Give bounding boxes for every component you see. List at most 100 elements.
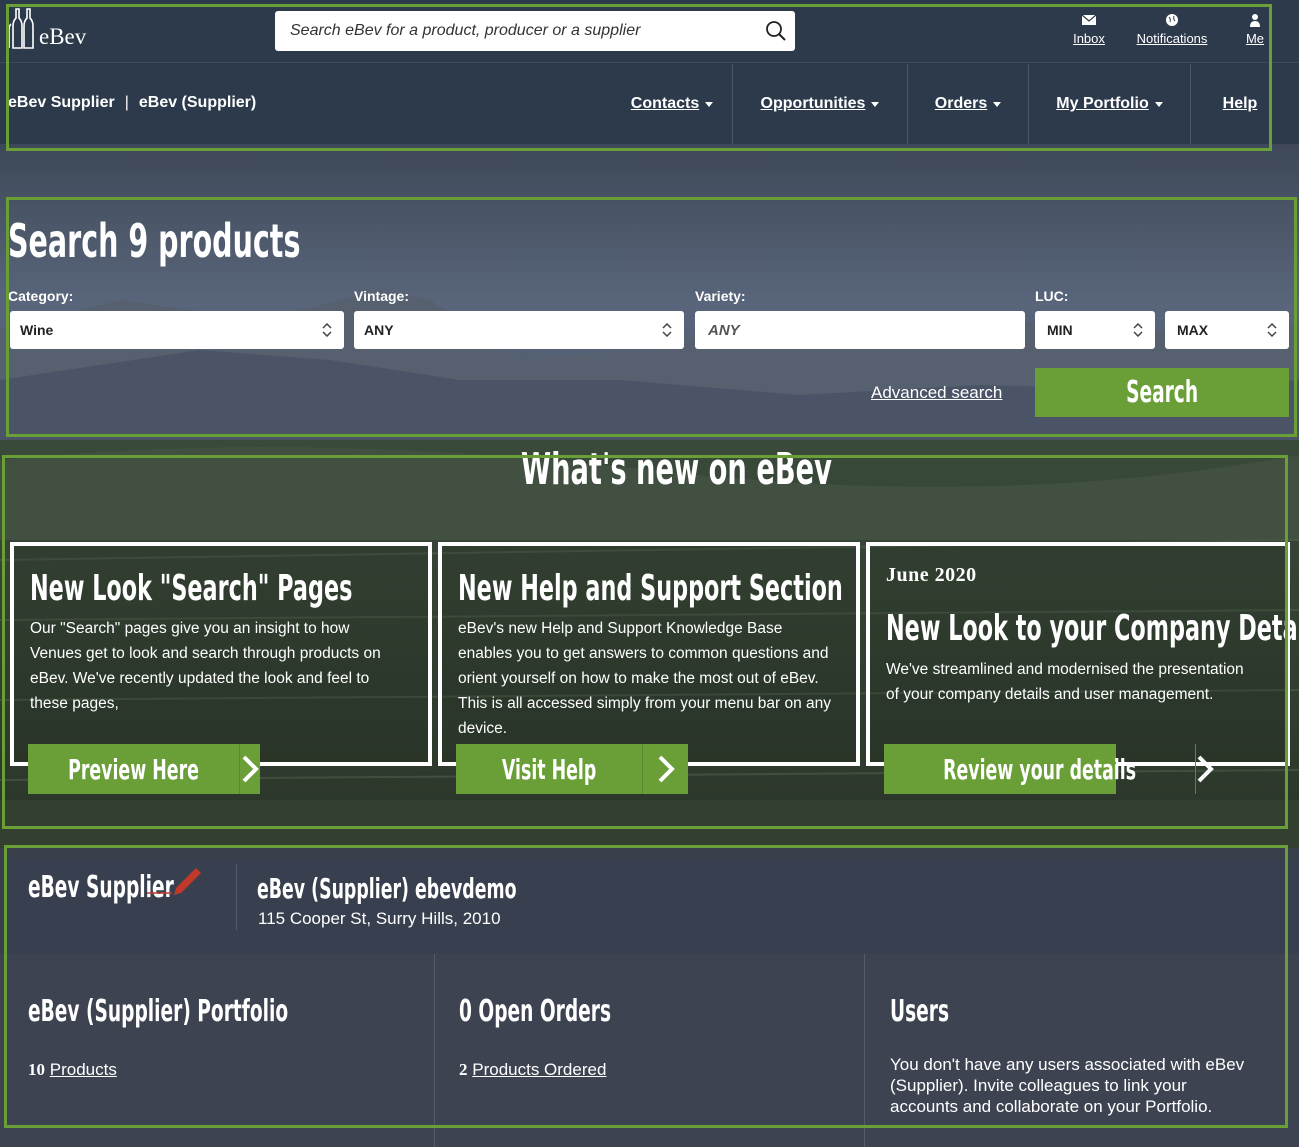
- me-link[interactable]: Me: [1243, 13, 1267, 46]
- profile-divider: [236, 864, 237, 930]
- updown-arrows-icon: [1133, 323, 1143, 337]
- global-search-input[interactable]: [275, 11, 745, 51]
- profile-company: eBev (Supplier) ebevdemo: [257, 872, 517, 905]
- review-details-button[interactable]: Review your details: [884, 744, 1215, 794]
- visit-help-button[interactable]: Visit Help: [456, 744, 688, 794]
- chevron-right-icon: [242, 755, 259, 783]
- news-card-body-line: of your company details and user managem…: [886, 686, 1214, 703]
- ordered-count: 2: [459, 1060, 468, 1079]
- top-bar: eBev Inbox Notifications: [0, 0, 1299, 63]
- nav-help[interactable]: Help: [1191, 64, 1289, 144]
- luc-label: LUC:: [1035, 288, 1069, 304]
- news-card-body-line: these pages,: [30, 695, 119, 712]
- visit-help-label: Visit Help: [501, 752, 597, 786]
- nav-contacts[interactable]: Contacts: [612, 64, 732, 144]
- nav-help-label: Help: [1222, 95, 1258, 112]
- chevron-right-icon: [1197, 755, 1215, 783]
- dashboard-divider: [434, 954, 435, 1147]
- ebev-logo[interactable]: eBev: [8, 6, 86, 50]
- news-card-body-line: Venues get to look and search through pr…: [30, 645, 381, 662]
- notifications-label: Notifications: [1136, 31, 1208, 46]
- caret-down-icon: [1154, 101, 1163, 107]
- caret-down-icon: [871, 101, 880, 107]
- news-card-body-line: Our "Search" pages give you an insight t…: [30, 620, 350, 637]
- caret-down-icon: [993, 101, 1002, 107]
- preview-here-label: Preview Here: [68, 752, 199, 786]
- users-title: Users: [890, 994, 950, 1029]
- luc-min-select[interactable]: MIN: [1035, 311, 1155, 349]
- category-label: Category:: [8, 288, 74, 304]
- dashboard-row: eBev (Supplier) Portfolio 10 Products 0 …: [0, 954, 1299, 1147]
- news-card-date: June 2020: [886, 564, 977, 586]
- products-count: 10: [28, 1060, 45, 1079]
- logo-text: eBev: [39, 24, 87, 49]
- orders-title: 0 Open Orders: [459, 994, 612, 1029]
- notifications-link[interactable]: Notifications: [1132, 13, 1212, 46]
- search-icon[interactable]: [765, 20, 787, 42]
- portfolio-products: 10 Products: [28, 1060, 117, 1080]
- inbox-link[interactable]: Inbox: [1070, 13, 1108, 46]
- orders-products: 2 Products Ordered: [459, 1060, 606, 1080]
- news-card-body-line: This is all accessed simply from your me…: [458, 695, 832, 712]
- search-button-label: Search: [1125, 375, 1198, 410]
- search-panel-title: Search 9 products: [8, 214, 301, 268]
- advanced-search-link[interactable]: Advanced search: [871, 383, 1002, 403]
- vintage-select[interactable]: ANY: [354, 311, 684, 349]
- nav-contacts-label: Contacts: [630, 95, 700, 112]
- news-card-body: We've streamlined and modernised the pre…: [886, 657, 1244, 707]
- news-card-search-pages: New Look "Search" Pages Our "Search" pag…: [10, 542, 432, 766]
- variety-label: Variety:: [695, 288, 746, 304]
- user-icon: [1250, 14, 1260, 27]
- news-card-body-line: eBev's new Help and Support Knowledge Ba…: [458, 620, 783, 637]
- vintage-value: ANY: [364, 322, 394, 338]
- caret-down-icon: [705, 101, 714, 107]
- pencil-icon[interactable]: [146, 862, 204, 896]
- users-text-line: accounts and collaborate on your Portfol…: [890, 1097, 1213, 1116]
- profile-address: 115 Cooper St, Surry Hills, 2010: [258, 909, 501, 928]
- profile-summary: eBev Supplier eBev (Supplier) ebevdemo 1…: [0, 848, 1299, 954]
- company-name: eBev Supplier: [8, 94, 115, 111]
- inbox-label: Inbox: [1073, 31, 1105, 46]
- news-card-title: New Look to your Company Details: [886, 608, 1299, 649]
- category-select[interactable]: Wine: [10, 311, 344, 349]
- news-card-body-line: enables you to get answers to common que…: [458, 645, 829, 662]
- users-text-line: (Supplier). Invite colleagues to link yo…: [890, 1076, 1187, 1095]
- whats-new-title: What's new on eBev: [521, 444, 832, 495]
- luc-min-value: MIN: [1047, 322, 1073, 338]
- updown-arrows-icon: [662, 323, 672, 337]
- nav-orders-label: Orders: [934, 95, 988, 112]
- news-card-body-line: eBev. We've recently updated the look an…: [30, 670, 370, 687]
- luc-max-select[interactable]: MAX: [1165, 311, 1289, 349]
- nav-orders[interactable]: Orders: [908, 64, 1028, 144]
- company-identity: eBev Supplier | eBev (Supplier): [8, 94, 256, 112]
- updown-arrows-icon: [1267, 323, 1277, 337]
- chevron-right-icon: [658, 755, 675, 783]
- news-card-title: New Look "Search" Pages: [30, 568, 353, 609]
- news-card-help-support: New Help and Support Section eBev's new …: [438, 542, 860, 766]
- variety-input[interactable]: [695, 311, 1025, 349]
- nav-my-portfolio[interactable]: My Portfolio: [1029, 64, 1190, 144]
- users-text-line: You don't have any users associated with…: [890, 1055, 1245, 1074]
- products-link[interactable]: Products: [50, 1060, 117, 1079]
- nav-opportunities[interactable]: Opportunities: [733, 64, 907, 144]
- me-label: Me: [1245, 31, 1265, 46]
- vintage-label: Vintage:: [354, 288, 409, 304]
- envelope-icon: [1081, 14, 1097, 25]
- globe-icon: [1166, 14, 1178, 26]
- products-ordered-link[interactable]: Products Ordered: [472, 1060, 606, 1079]
- preview-here-button[interactable]: Preview Here: [28, 744, 260, 794]
- search-button[interactable]: Search: [1035, 368, 1289, 417]
- updown-arrows-icon: [322, 323, 332, 337]
- news-card-body-line: device.: [458, 720, 508, 737]
- news-card-body: eBev's new Help and Support Knowledge Ba…: [458, 616, 831, 741]
- portfolio-title: eBev (Supplier) Portfolio: [28, 994, 289, 1029]
- luc-max-value: MAX: [1177, 322, 1209, 338]
- company-separator: |: [124, 94, 129, 111]
- nav-my-portfolio-label: My Portfolio: [1056, 95, 1149, 112]
- review-details-label: Review your details: [943, 752, 1137, 786]
- bottles-logo-icon: [8, 8, 34, 49]
- news-card-title: New Help and Support Section: [458, 568, 843, 609]
- news-card-body-line: orient yourself on how to make the most …: [458, 670, 819, 687]
- dashboard-divider: [864, 954, 865, 1147]
- company-type: eBev (Supplier): [138, 94, 257, 111]
